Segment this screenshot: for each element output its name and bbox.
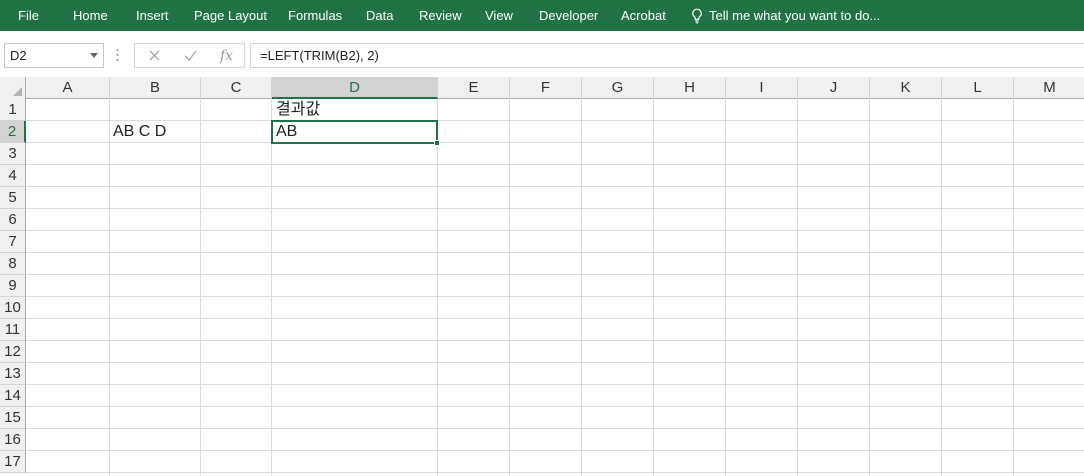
- tab-review[interactable]: Review: [419, 0, 462, 31]
- formula-bar: D2 fx =LEFT(TRIM(B2), 2): [0, 42, 1084, 70]
- tab-page-layout[interactable]: Page Layout: [194, 0, 267, 31]
- chevron-down-icon[interactable]: [90, 53, 98, 58]
- formula-input[interactable]: =LEFT(TRIM(B2), 2): [250, 43, 1084, 68]
- column-header-d[interactable]: D: [272, 77, 438, 99]
- name-box[interactable]: D2: [4, 43, 104, 68]
- gridline: [26, 186, 1084, 187]
- insert-function-icon[interactable]: fx: [220, 48, 233, 64]
- tab-developer[interactable]: Developer: [539, 0, 598, 31]
- gridline: [26, 296, 1084, 297]
- gridline: [200, 99, 201, 476]
- gridline: [26, 362, 1084, 363]
- row-header-5[interactable]: 5: [0, 187, 26, 209]
- column-header-k[interactable]: K: [870, 77, 942, 99]
- column-header-e[interactable]: E: [438, 77, 510, 99]
- lightbulb-icon: [692, 8, 702, 23]
- ribbon-collapsed-area: [0, 31, 1084, 42]
- tab-view[interactable]: View: [485, 0, 513, 31]
- name-box-value: D2: [10, 48, 27, 63]
- tab-file[interactable]: File: [18, 0, 39, 31]
- tab-formulas[interactable]: Formulas: [288, 0, 342, 31]
- gridline: [869, 99, 870, 476]
- gridline: [271, 99, 272, 476]
- tab-home[interactable]: Home: [73, 0, 108, 31]
- gridline: [26, 230, 1084, 231]
- cell-d1[interactable]: 결과값: [276, 99, 320, 121]
- gridline: [653, 99, 654, 476]
- row-header-7[interactable]: 7: [0, 231, 26, 253]
- gridline: [109, 99, 110, 476]
- tab-data[interactable]: Data: [366, 0, 393, 31]
- worksheet-grid: A B C D E F G H I J K L M 1 2 3 4 5 6 7 …: [0, 77, 1084, 476]
- tab-acrobat[interactable]: Acrobat: [621, 0, 666, 31]
- row-header-12[interactable]: 12: [0, 341, 26, 363]
- column-header-h[interactable]: H: [654, 77, 726, 99]
- active-cell-border: [271, 120, 438, 144]
- column-header-l[interactable]: L: [942, 77, 1014, 99]
- formula-text: =LEFT(TRIM(B2), 2): [260, 48, 379, 63]
- column-header-a[interactable]: A: [26, 77, 110, 99]
- row-header-13[interactable]: 13: [0, 363, 26, 385]
- gridline: [509, 99, 510, 476]
- ribbon-tab-bar: File Home Insert Page Layout Formulas Da…: [0, 0, 1084, 31]
- gridline: [26, 384, 1084, 385]
- row-header-10[interactable]: 10: [0, 297, 26, 319]
- row-header-3[interactable]: 3: [0, 143, 26, 165]
- gridline: [26, 428, 1084, 429]
- cell-b2[interactable]: AB C D: [113, 121, 166, 143]
- check-icon[interactable]: [184, 50, 197, 61]
- drag-handle-icon[interactable]: [116, 48, 119, 62]
- column-header-i[interactable]: I: [726, 77, 798, 99]
- row-header-1[interactable]: 1: [0, 99, 26, 121]
- gridline: [725, 99, 726, 476]
- gridline: [941, 99, 942, 476]
- fill-handle[interactable]: [434, 140, 440, 146]
- gridline: [26, 472, 1084, 473]
- tell-me-search[interactable]: Tell me what you want to do...: [691, 0, 880, 31]
- column-header-g[interactable]: G: [582, 77, 654, 99]
- row-header-8[interactable]: 8: [0, 253, 26, 275]
- row-header-9[interactable]: 9: [0, 275, 26, 297]
- select-all-button[interactable]: [0, 77, 26, 99]
- gridline: [26, 164, 1084, 165]
- column-header-f[interactable]: F: [510, 77, 582, 99]
- column-header-j[interactable]: J: [798, 77, 870, 99]
- gridline: [26, 252, 1084, 253]
- tab-insert[interactable]: Insert: [136, 0, 169, 31]
- cell-area[interactable]: 결과값 AB C D AB: [26, 99, 1084, 476]
- row-header-2[interactable]: 2: [0, 121, 26, 143]
- row-header-6[interactable]: 6: [0, 209, 26, 231]
- gridline: [26, 142, 1084, 143]
- gridline: [26, 274, 1084, 275]
- gridline: [26, 208, 1084, 209]
- cancel-x-icon[interactable]: [149, 50, 160, 61]
- column-headers: A B C D E F G H I J K L M: [0, 77, 1084, 99]
- row-header-15[interactable]: 15: [0, 407, 26, 429]
- row-header-11[interactable]: 11: [0, 319, 26, 341]
- row-header-14[interactable]: 14: [0, 385, 26, 407]
- column-header-b[interactable]: B: [110, 77, 201, 99]
- gridline: [797, 99, 798, 476]
- gridline: [26, 406, 1084, 407]
- gridline: [26, 318, 1084, 319]
- gridline: [26, 120, 1084, 121]
- gridline: [26, 450, 1084, 451]
- gridline: [26, 340, 1084, 341]
- column-header-c[interactable]: C: [201, 77, 272, 99]
- row-header-16[interactable]: 16: [0, 429, 26, 451]
- gridline: [1013, 99, 1014, 476]
- gridline: [581, 99, 582, 476]
- column-header-m[interactable]: M: [1014, 77, 1084, 99]
- formula-buttons: fx: [134, 43, 245, 68]
- row-header-4[interactable]: 4: [0, 165, 26, 187]
- gridline: [437, 99, 438, 476]
- row-header-17[interactable]: 17: [0, 451, 26, 473]
- tell-me-label: Tell me what you want to do...: [709, 8, 881, 23]
